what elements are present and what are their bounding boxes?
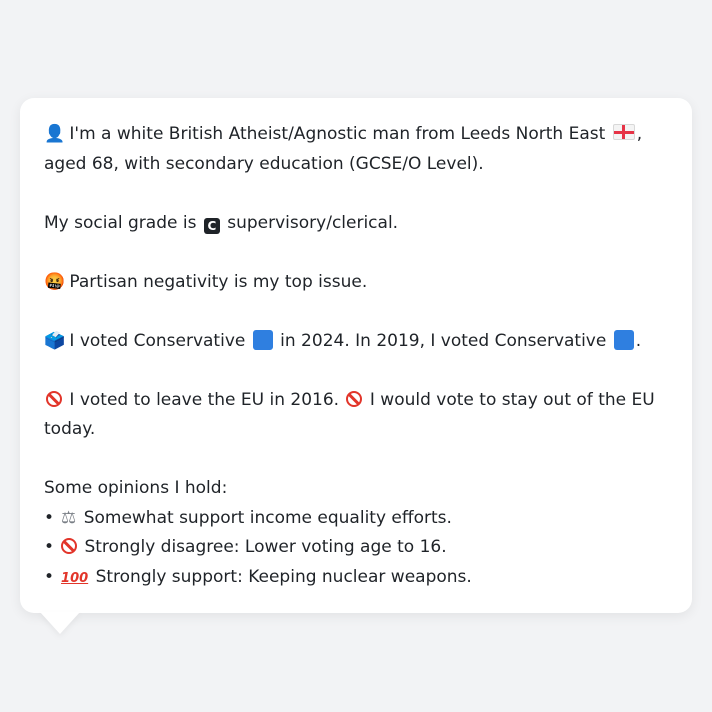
eu-paragraph: I voted to leave the EU in 2016. I would… xyxy=(44,386,668,445)
vote-end: . xyxy=(635,330,642,351)
bullet: • xyxy=(44,507,55,528)
blue-square-icon xyxy=(613,329,634,350)
vote-2019-text: in 2024. In 2019, I voted Conservative xyxy=(280,330,607,351)
persona-description: 👤 I'm a white British Atheist/Agnostic m… xyxy=(44,120,668,593)
opinion-item: • ⚖ Somewhat support income equality effo… xyxy=(44,504,668,534)
persona-message-card: 👤 I'm a white British Atheist/Agnostic m… xyxy=(20,98,692,613)
vote-2024-text: I voted Conservative xyxy=(69,330,246,351)
opinion-text: Strongly support: Keeping nuclear weapon… xyxy=(95,566,472,587)
social-grade-paragraph: My social grade is C supervisory/clerica… xyxy=(44,209,668,239)
bullet: • xyxy=(44,566,55,587)
balance-scale-icon: ⚖ xyxy=(61,507,77,528)
eu-2016-text: I voted to leave the EU in 2016. xyxy=(69,389,340,410)
voting-history-paragraph: 🗳️ I voted Conservative in 2024. In 2019… xyxy=(44,327,668,357)
prohibited-icon xyxy=(46,390,62,407)
social-grade-value: supervisory/clerical. xyxy=(227,212,399,233)
angry-face-icon: 🤬 xyxy=(44,271,66,292)
letter-c-icon: C xyxy=(203,217,220,234)
opinion-text: Somewhat support income equality efforts… xyxy=(83,507,452,528)
england-flag-icon xyxy=(612,124,635,140)
person-icon: 👤 xyxy=(44,124,66,144)
opinion-item: • Strongly disagree: Lower voting age to… xyxy=(44,533,668,563)
ballot-box-icon: 🗳️ xyxy=(44,330,66,351)
opinions-heading: Some opinions I hold: xyxy=(44,478,228,498)
top-issue-text: Partisan negativity is my top issue. xyxy=(69,271,368,292)
opinions-section: Some opinions I hold: • ⚖ Somewhat suppor… xyxy=(44,474,668,593)
intro-paragraph: 👤 I'm a white British Atheist/Agnostic m… xyxy=(44,120,668,179)
opinion-text: Strongly disagree: Lower voting age to 1… xyxy=(84,537,447,557)
prohibited-icon xyxy=(346,390,363,407)
top-issue-paragraph: 🤬 Partisan negativity is my top issue. xyxy=(44,268,668,298)
hundred-points-icon: 100 xyxy=(61,570,89,586)
opinion-item: • 100 Strongly support: Keeping nuclear w… xyxy=(44,563,668,594)
speech-bubble-tail xyxy=(40,612,80,634)
prohibited-icon xyxy=(61,538,78,554)
bullet: • xyxy=(44,537,55,557)
social-grade-text: My social grade is xyxy=(44,212,197,233)
intro-text: I'm a white British Atheist/Agnostic man… xyxy=(69,124,606,144)
blue-square-icon xyxy=(252,329,273,350)
